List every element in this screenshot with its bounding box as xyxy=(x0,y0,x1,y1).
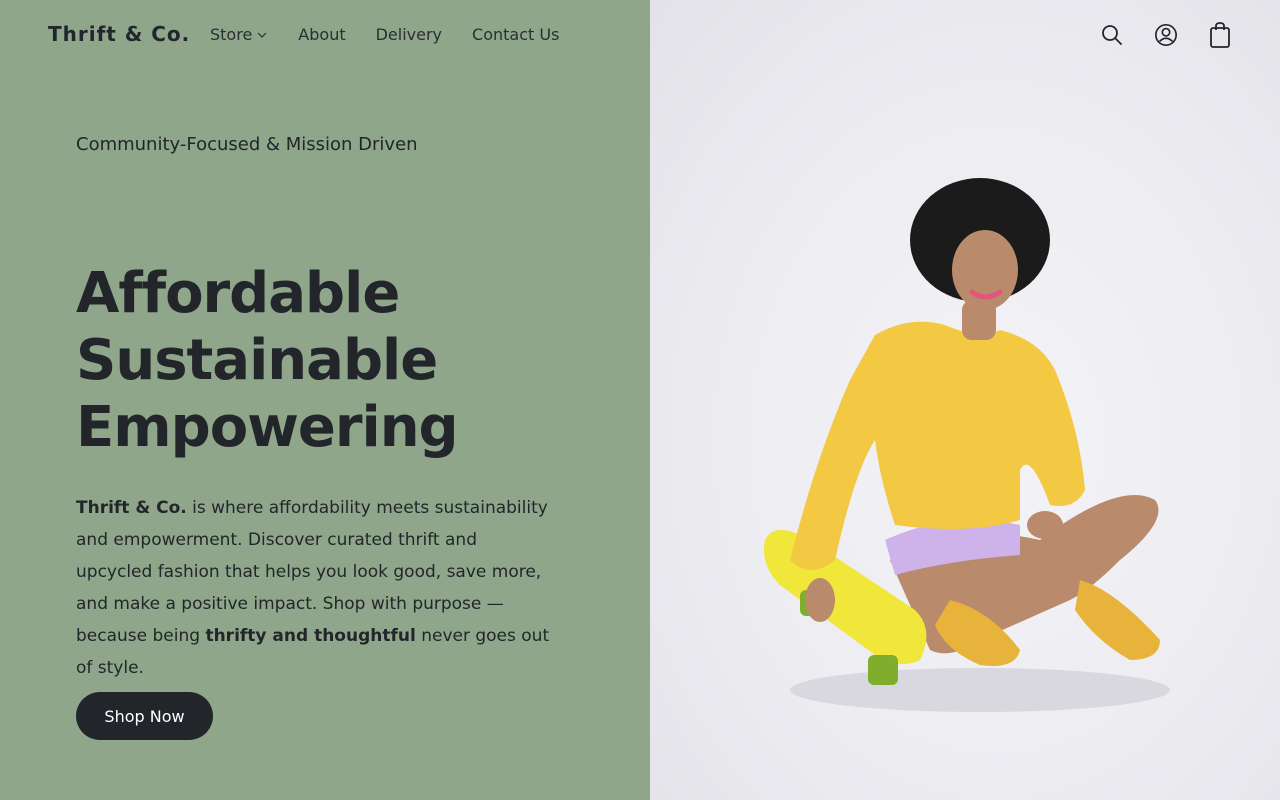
chevron-down-icon xyxy=(257,32,267,38)
headline-line: Empowering xyxy=(76,395,459,460)
nav-item-about[interactable]: About xyxy=(298,25,345,44)
nav-item-contact-us[interactable]: Contact Us xyxy=(472,25,559,44)
shop-now-button[interactable]: Shop Now xyxy=(76,692,213,740)
header-actions xyxy=(1100,20,1232,50)
nav-label-delivery: Delivery xyxy=(375,25,443,44)
description-emphasis: thrifty and thoughtful xyxy=(205,626,416,646)
search-icon[interactable] xyxy=(1100,20,1124,50)
nav-label-store: Store xyxy=(210,25,253,44)
description-text: is where affordability meets sustainabil… xyxy=(76,498,548,646)
hero-image-panel xyxy=(650,0,1280,800)
nav-item-delivery[interactable]: Delivery xyxy=(376,25,442,44)
hero-tagline: Community-Focused & Mission Driven xyxy=(76,134,418,155)
hero-headline: Affordable Sustainable Empowering xyxy=(76,260,459,461)
nav-item-store[interactable]: Store xyxy=(210,25,268,44)
brand-name-emphasis: Thrift & Co. xyxy=(76,498,187,518)
account-icon[interactable] xyxy=(1154,20,1178,50)
shopping-bag-icon[interactable] xyxy=(1208,20,1232,50)
brand-logo[interactable]: Thrift & Co. xyxy=(48,22,190,46)
headline-line: Affordable xyxy=(76,261,400,326)
main-nav: Store About Delivery Contact Us xyxy=(210,25,559,44)
hero-description: Thrift & Co. is where affordability meet… xyxy=(76,492,556,684)
nav-label-contact-us: Contact Us xyxy=(472,25,560,44)
headline-line: Sustainable xyxy=(76,328,438,393)
hero-photo-person-with-skateboard xyxy=(764,178,1170,712)
nav-label-about: About xyxy=(298,25,346,44)
